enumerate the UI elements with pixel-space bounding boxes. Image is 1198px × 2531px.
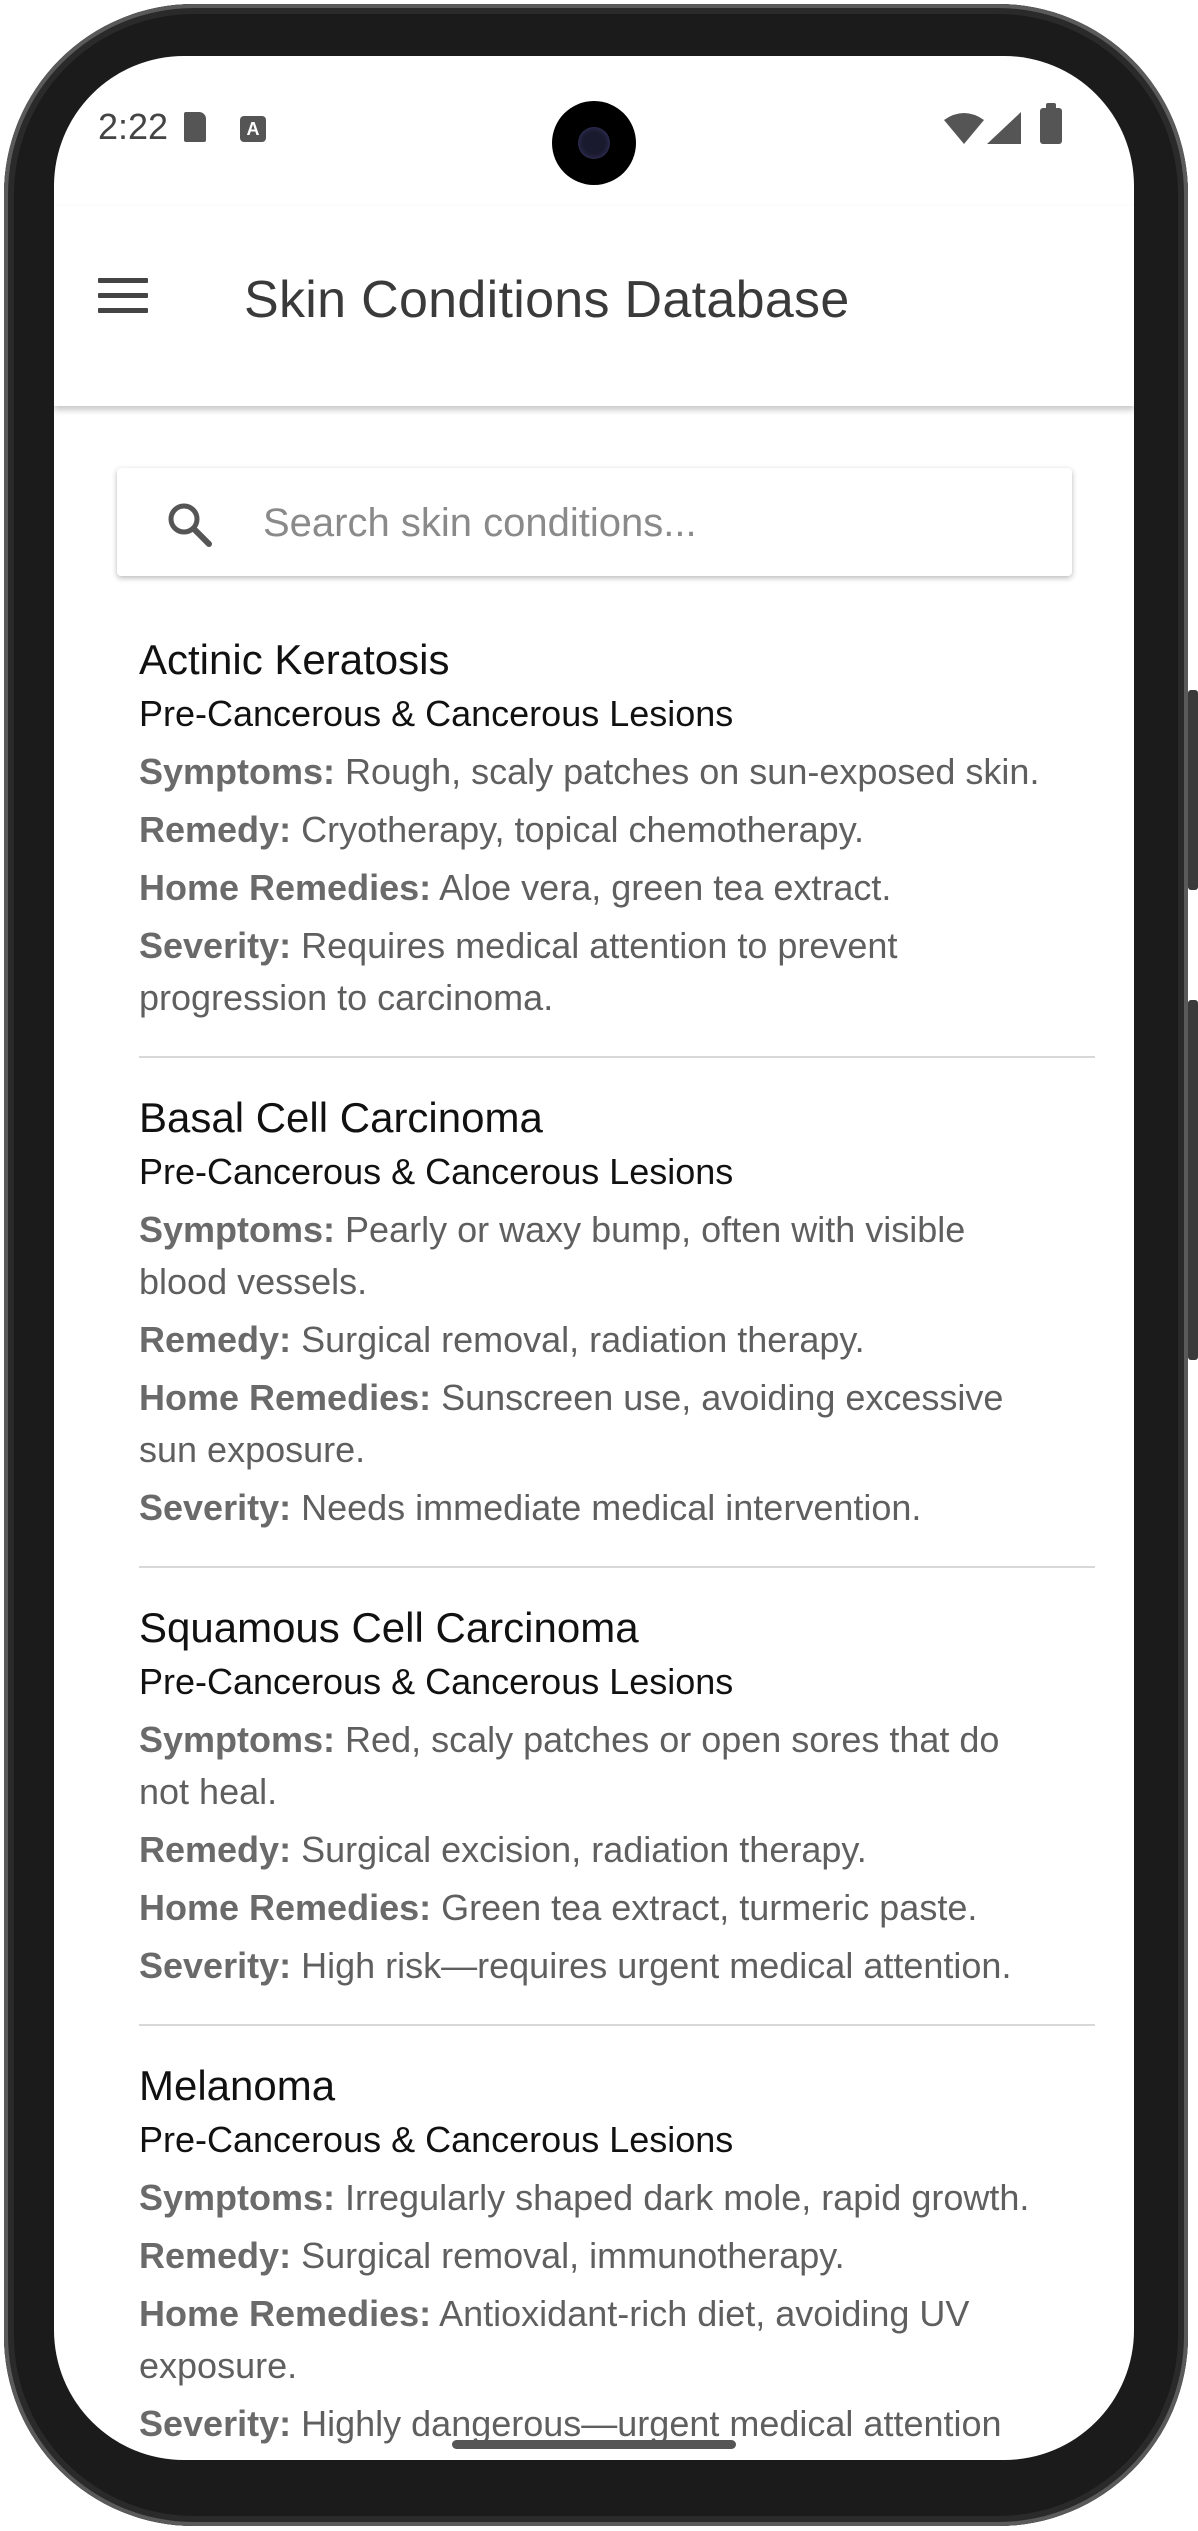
a-notification-icon: A [240, 116, 266, 142]
severity-line: Severity: Needs immediate medical interv… [139, 1482, 1095, 1534]
remedy-label: Remedy: [139, 1829, 292, 1870]
sd-card-icon [184, 112, 206, 142]
severity-text: Needs immediate medical intervention. [301, 1487, 922, 1528]
condition-category: Pre-Cancerous & Cancerous Lesions [139, 1151, 734, 1192]
remedy-label: Remedy: [139, 1319, 292, 1360]
symptoms-label: Symptoms: [139, 2177, 336, 2218]
menu-icon[interactable] [98, 276, 148, 316]
symptoms-line: Symptoms: Red, scaly patches or open sor… [139, 1714, 1095, 1818]
search-icon [168, 503, 212, 547]
symptoms-label: Symptoms: [139, 1209, 336, 1250]
power-button [1188, 690, 1198, 890]
symptoms-line: Symptoms: Rough, scaly patches on sun-ex… [139, 746, 1095, 798]
severity-label: Severity: [139, 1487, 292, 1528]
home-indicator[interactable] [452, 2440, 736, 2449]
symptoms-text: Rough, scaly patches on sun-exposed skin… [345, 751, 1040, 792]
camera-cutout [552, 101, 636, 185]
condition-name: Actinic Keratosis [139, 636, 450, 683]
home-remedies-text: Green tea extract, turmeric paste. [441, 1887, 978, 1928]
app-title: Skin Conditions Database [244, 271, 850, 329]
remedy-text: Surgical excision, radiation therapy. [301, 1829, 867, 1870]
remedy-label: Remedy: [139, 2235, 292, 2276]
camera-lens [578, 127, 610, 159]
condition-category: Pre-Cancerous & Cancerous Lesions [139, 693, 734, 734]
home-remedies-label: Home Remedies: [139, 1377, 432, 1418]
wifi-icon [944, 113, 984, 144]
condition-name: Melanoma [139, 2062, 336, 2109]
remedy-text: Surgical removal, immunotherapy. [301, 2235, 845, 2276]
volume-button [1188, 1000, 1198, 1360]
symptoms-line: Symptoms: Irregularly shaped dark mole, … [139, 2172, 1095, 2224]
search-bar[interactable] [117, 468, 1072, 576]
search-input[interactable] [261, 486, 1045, 560]
home-remedies-text: Aloe vera, green tea extract. [439, 867, 892, 908]
home-remedies-label: Home Remedies: [139, 2293, 432, 2334]
symptoms-text: Irregularly shaped dark mole, rapid grow… [345, 2177, 1030, 2218]
signal-icon [987, 112, 1021, 144]
severity-line: Severity: Highly dangerous—urgent medica… [139, 2398, 1095, 2460]
condition-category: Pre-Cancerous & Cancerous Lesions [139, 1661, 734, 1702]
phone-screen: 2:22 A Skin Conditions Database Search s… [54, 56, 1134, 2460]
symptoms-label: Symptoms: [139, 1719, 336, 1760]
condition-item[interactable]: Actinic Keratosis Pre-Cancerous & Cancer… [139, 632, 1095, 1058]
conditions-list: Actinic Keratosis Pre-Cancerous & Cancer… [139, 632, 1095, 2460]
severity-text: High risk—requires urgent medical attent… [301, 1945, 1012, 1986]
condition-item[interactable]: Squamous Cell Carcinoma Pre-Cancerous & … [139, 1600, 1095, 2026]
remedy-line: Remedy: Cryotherapy, topical chemotherap… [139, 804, 1095, 856]
home-remedies-label: Home Remedies: [139, 867, 432, 908]
home-remedies-line: Home Remedies: Sunscreen use, avoiding e… [139, 1372, 1095, 1476]
remedy-line: Remedy: Surgical removal, immunotherapy. [139, 2230, 1095, 2282]
remedy-line: Remedy: Surgical excision, radiation the… [139, 1824, 1095, 1876]
status-bar: 2:22 A [54, 56, 1134, 206]
symptoms-line: Symptoms: Pearly or waxy bump, often wit… [139, 1204, 1095, 1308]
condition-category: Pre-Cancerous & Cancerous Lesions [139, 2119, 734, 2160]
remedy-line: Remedy: Surgical removal, radiation ther… [139, 1314, 1095, 1366]
symptoms-label: Symptoms: [139, 751, 336, 792]
remedy-text: Surgical removal, radiation therapy. [301, 1319, 865, 1360]
home-remedies-line: Home Remedies: Green tea extract, turmer… [139, 1882, 1095, 1934]
severity-line: Severity: High risk—requires urgent medi… [139, 1940, 1095, 1992]
condition-name: Basal Cell Carcinoma [139, 1094, 543, 1141]
severity-label: Severity: [139, 925, 292, 966]
home-remedies-label: Home Remedies: [139, 1887, 432, 1928]
severity-label: Severity: [139, 2403, 292, 2444]
main-content[interactable]: Actinic Keratosis Pre-Cancerous & Cancer… [54, 406, 1134, 2460]
condition-item[interactable]: Melanoma Pre-Cancerous & Cancerous Lesio… [139, 2058, 1095, 2460]
severity-label: Severity: [139, 1945, 292, 1986]
app-bar: Skin Conditions Database [54, 206, 1134, 406]
condition-name: Squamous Cell Carcinoma [139, 1604, 639, 1651]
condition-item[interactable]: Basal Cell Carcinoma Pre-Cancerous & Can… [139, 1090, 1095, 1568]
remedy-label: Remedy: [139, 809, 292, 850]
status-time: 2:22 [98, 106, 169, 147]
battery-icon [1040, 103, 1062, 144]
home-remedies-line: Home Remedies: Antioxidant-rich diet, av… [139, 2288, 1095, 2392]
remedy-text: Cryotherapy, topical chemotherapy. [301, 809, 865, 850]
phone-device: 2:22 A Skin Conditions Database Search s… [0, 0, 1198, 2531]
home-remedies-line: Home Remedies: Aloe vera, green tea extr… [139, 862, 1095, 914]
severity-line: Severity: Requires medical attention to … [139, 920, 1095, 1024]
